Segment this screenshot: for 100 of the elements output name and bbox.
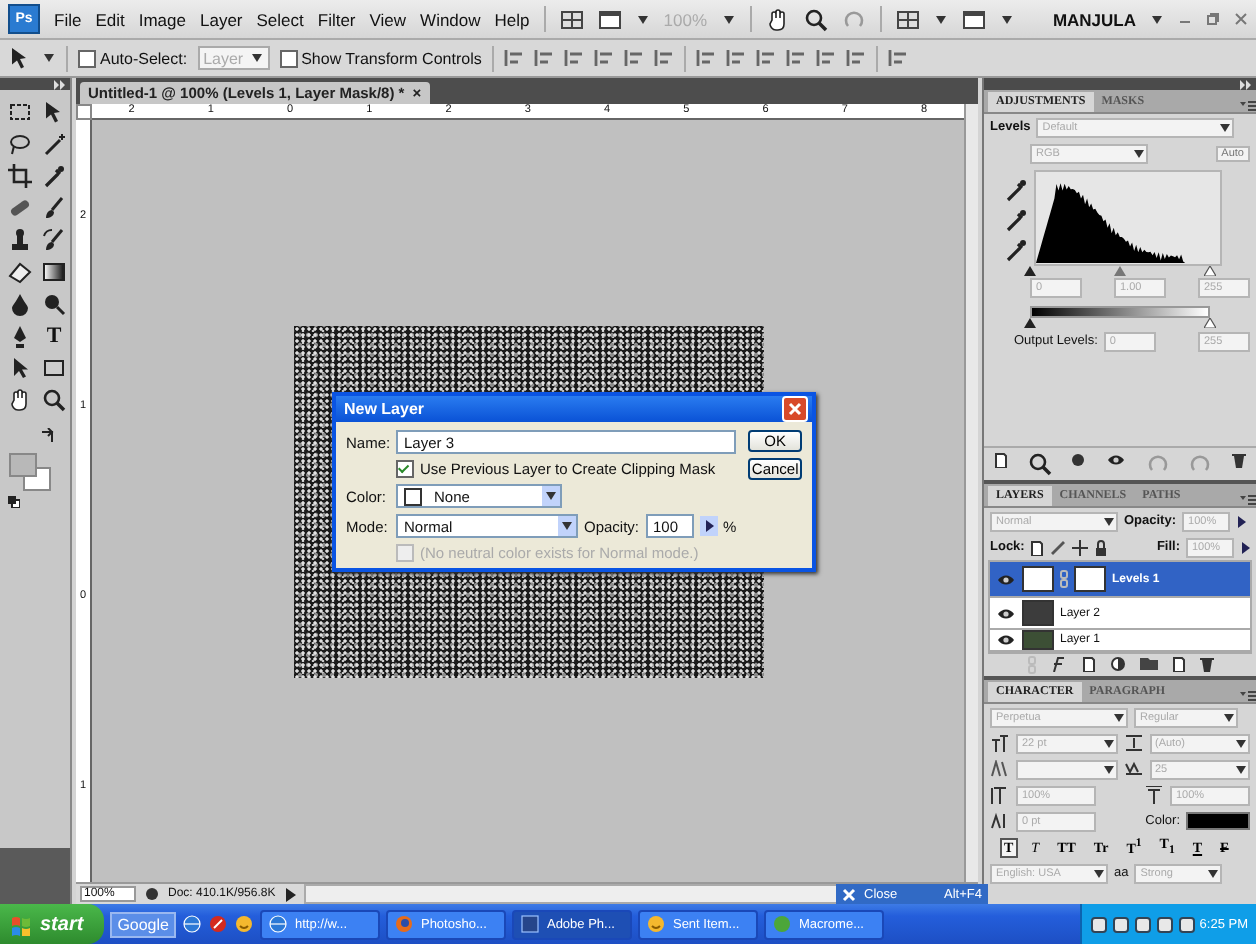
caret-icon[interactable] <box>42 52 56 64</box>
visibility-eye-icon[interactable] <box>996 632 1016 648</box>
menu-item[interactable]: Filter <box>317 7 356 31</box>
magnifier-icon[interactable] <box>42 387 66 411</box>
caret-icon[interactable] <box>721 13 736 25</box>
circle-icon[interactable] <box>1070 452 1087 468</box>
eyedropper-icon[interactable] <box>1004 208 1028 232</box>
visibility-eye-icon[interactable] <box>996 605 1016 622</box>
text-color-swatch[interactable] <box>1186 812 1250 830</box>
align-icon[interactable] <box>593 48 614 68</box>
smiley-icon[interactable] <box>234 914 255 934</box>
align-icon[interactable] <box>653 48 674 68</box>
trash-icon[interactable] <box>1199 656 1213 672</box>
align-icon[interactable] <box>755 48 776 68</box>
align-icon[interactable] <box>887 48 908 68</box>
close-button[interactable] <box>782 396 808 422</box>
halfcircle-icon[interactable] <box>1109 656 1125 672</box>
align-icon[interactable] <box>623 48 644 68</box>
lasso-icon[interactable] <box>8 131 32 155</box>
panel-menu-icon[interactable] <box>1240 494 1256 506</box>
panel-menu-icon[interactable] <box>1240 690 1256 702</box>
stamp-icon[interactable] <box>8 227 32 251</box>
eye-icon[interactable] <box>1105 452 1126 468</box>
menu-item[interactable]: Help <box>494 7 530 31</box>
default-colors-icon[interactable] <box>8 496 20 508</box>
lock-position-icon[interactable] <box>1072 539 1089 555</box>
eyedropper-icon[interactable] <box>42 163 66 187</box>
align-icon[interactable] <box>785 48 806 68</box>
status-icon[interactable] <box>144 886 160 902</box>
menu-item[interactable]: View <box>369 7 407 31</box>
menu-item[interactable]: Image <box>138 7 186 31</box>
caret-icon[interactable] <box>635 13 650 25</box>
menu-item[interactable]: Edit <box>95 7 125 31</box>
browser-icon[interactable] <box>182 914 203 934</box>
smiley-icon <box>646 914 667 934</box>
align-icon[interactable] <box>503 48 524 68</box>
wand-icon[interactable] <box>42 131 66 155</box>
opacity-stepper[interactable] <box>699 516 718 536</box>
lock-pixels-icon[interactable] <box>1050 539 1067 555</box>
crop-icon[interactable] <box>8 163 32 187</box>
arrow-icon[interactable] <box>1236 515 1247 527</box>
color-swatches-icon[interactable] <box>8 452 52 492</box>
chain-icon[interactable] <box>1060 570 1068 589</box>
dodge-icon[interactable] <box>42 291 66 315</box>
drop-icon[interactable] <box>8 291 32 315</box>
magnifier-icon[interactable] <box>1027 452 1052 476</box>
fx-icon[interactable] <box>1049 656 1067 672</box>
screen-mode-icon[interactable] <box>597 9 622 29</box>
start-button[interactable]: start <box>0 904 104 944</box>
trash-icon[interactable] <box>1231 452 1246 468</box>
screen-mode-icon[interactable] <box>961 9 986 29</box>
hand-icon[interactable] <box>8 387 32 411</box>
align-icon[interactable] <box>725 48 746 68</box>
rectangle-icon[interactable] <box>42 355 66 379</box>
bridge-icon[interactable] <box>559 9 584 29</box>
eyedropper-icon[interactable] <box>1004 238 1028 262</box>
menu-item[interactable]: Layer <box>199 7 243 31</box>
caret-icon[interactable] <box>999 13 1014 25</box>
align-icon[interactable] <box>563 48 584 68</box>
swap-arrows-icon[interactable] <box>40 428 56 444</box>
caret-icon[interactable] <box>933 13 948 25</box>
workspace-name[interactable]: MANJULA <box>1052 9 1136 29</box>
menu-item[interactable]: File <box>54 7 82 31</box>
input-slider-thumb[interactable] <box>1024 266 1036 276</box>
output-slider-thumb[interactable] <box>1024 318 1036 328</box>
status-menu-icon[interactable] <box>283 887 296 901</box>
checkbox[interactable] <box>396 460 414 478</box>
zoom-icon[interactable] <box>803 7 828 31</box>
hand-icon[interactable] <box>765 7 790 31</box>
panel-menu-icon[interactable] <box>1240 100 1256 112</box>
gradient-icon[interactable] <box>42 259 66 283</box>
visibility-eye-icon[interactable] <box>996 571 1016 588</box>
type-tool[interactable]: T <box>40 323 68 347</box>
lock-icon[interactable] <box>1094 539 1109 555</box>
eyedropper-icon[interactable] <box>1004 178 1028 202</box>
align-icon[interactable] <box>533 48 554 68</box>
align-icon[interactable] <box>815 48 836 68</box>
vertical-scrollbar[interactable] <box>964 104 978 882</box>
caret-icon[interactable] <box>1150 13 1164 25</box>
slashed-circle-icon[interactable] <box>208 914 229 934</box>
history-brush-icon[interactable] <box>42 227 66 251</box>
align-icon[interactable] <box>695 48 716 68</box>
page-icon[interactable] <box>1081 656 1095 672</box>
restore-icon[interactable] <box>1206 12 1220 26</box>
menu-item[interactable]: Window <box>420 7 481 31</box>
dashed-rectangle-icon[interactable] <box>8 99 32 123</box>
menu-item[interactable]: Select <box>256 7 304 31</box>
arrow-icon[interactable] <box>1240 541 1250 553</box>
eraser-icon[interactable] <box>8 259 32 283</box>
pointer-icon[interactable] <box>8 355 32 379</box>
checkbox[interactable] <box>279 49 298 67</box>
close-icon[interactable] <box>1234 12 1248 26</box>
search-toolbar[interactable]: Google <box>109 911 177 937</box>
arrange-icon[interactable] <box>895 9 920 29</box>
pen-icon[interactable] <box>8 323 32 347</box>
page-icon[interactable] <box>1171 656 1185 672</box>
align-icon[interactable] <box>845 48 866 68</box>
lock-transparency-icon[interactable] <box>1030 539 1045 555</box>
brush-icon[interactable] <box>42 195 66 219</box>
checkbox[interactable] <box>78 49 96 67</box>
